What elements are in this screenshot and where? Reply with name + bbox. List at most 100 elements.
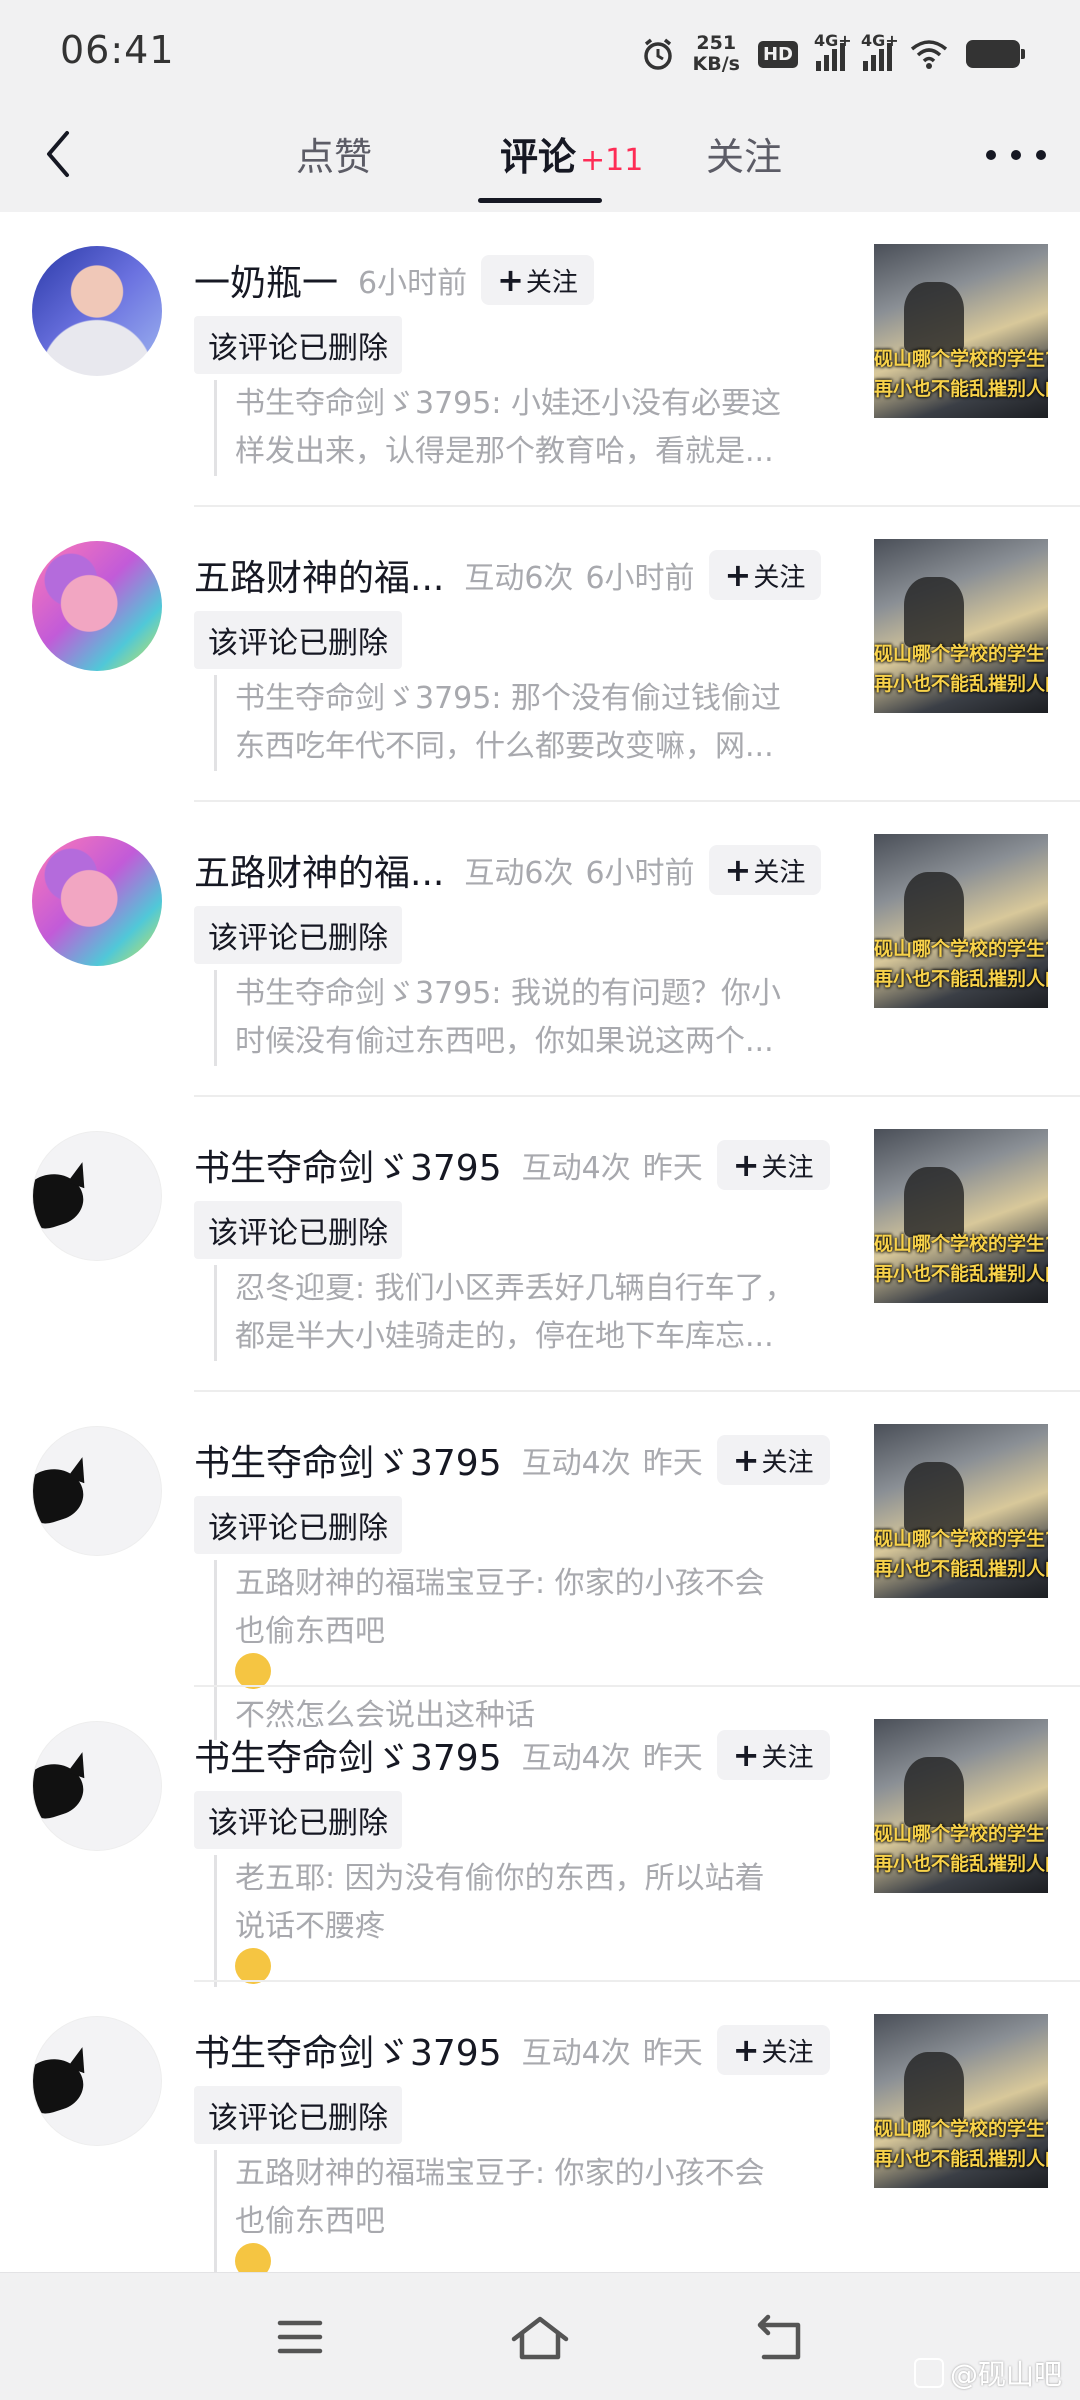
quoted-comment[interactable]: 书生夺命剑ゞ3795: 小娃还小没有必要这 样发出来，认得是那个教育哈，看就是.… <box>214 380 824 476</box>
user-name[interactable]: 书生夺命剑ゞ3795 <box>194 1729 502 1781</box>
avatar[interactable] <box>32 541 162 671</box>
home-nav-button[interactable] <box>508 2305 572 2369</box>
quoted-line-1: 书生夺命剑ゞ3795: 那个没有偷过钱偷过 <box>235 681 781 716</box>
avatar[interactable] <box>32 836 162 966</box>
watermark-text: @砚山吧 <box>949 2358 1062 2391</box>
quoted-comment[interactable]: 老五耶: 因为没有偷你的东西，所以站着 说话不腰疼 <box>214 1855 824 1987</box>
video-thumbnail[interactable]: 砚山哪个学校的学生? 再小也不能乱摧别人的自行 <box>874 1719 1048 1893</box>
thumbnail-caption-1: 砚山哪个学校的学生? <box>874 2118 1048 2140</box>
interaction-count: 互动6次 <box>464 856 574 891</box>
chevron-left-icon <box>47 131 69 177</box>
quoted-line-2: 东西吃年代不同，什么都要改变嘛，网... <box>235 729 774 764</box>
notification-list: 一奶瓶一 6小时前 + 关注 该评论已删除 书生夺命剑ゞ3795: 小娃还小没有必… <box>0 212 1080 2330</box>
avatar[interactable] <box>32 246 162 376</box>
network-speed-unit: KB/s <box>692 53 740 75</box>
quoted-line-2-text: 也偷东西吧 <box>235 2204 385 2239</box>
tab-likes[interactable]: 点赞 <box>296 126 372 181</box>
quoted-comment[interactable]: 忍冬迎夏: 我们小区弄丢好几辆自行车了， 都是半大小娃骑走的，停在地下车库忘..… <box>214 1265 824 1361</box>
list-item[interactable]: 书生夺命剑ゞ3795 互动4次 昨天 + 关注 该评论已删除 忍冬迎夏: 我们小区… <box>0 1097 1080 1392</box>
follow-button[interactable]: + 关注 <box>716 1140 830 1190</box>
interaction-count: 互动4次 <box>521 2036 631 2071</box>
list-item[interactable]: 五路财神的福... 互动6次 6小时前 + 关注 该评论已删除 书生夺命剑ゞ379… <box>0 802 1080 1097</box>
list-item[interactable]: 一奶瓶一 6小时前 + 关注 该评论已删除 书生夺命剑ゞ3795: 小娃还小没有必… <box>0 212 1080 507</box>
more-dot-icon <box>1011 150 1021 160</box>
item-header: 书生夺命剑ゞ3795 互动4次 昨天 + 关注 <box>194 2020 830 2080</box>
item-header: 五路财神的福... 互动6次 6小时前 + 关注 <box>194 840 830 900</box>
item-header: 书生夺命剑ゞ3795 互动4次 昨天 + 关注 <box>194 1430 830 1490</box>
quoted-line-1: 五路财神的福瑞宝豆子: 你家的小孩不会 <box>235 1566 765 1601</box>
quoted-comment[interactable]: 书生夺命剑ゞ3795: 我说的有问题？你小 时候没有偷过东西吧，你如果说这两个.… <box>214 970 824 1066</box>
interaction-count: 互动4次 <box>521 1741 631 1776</box>
home-icon <box>511 2316 569 2360</box>
user-name[interactable]: 五路财神的福... <box>194 844 444 896</box>
follow-button[interactable]: + 关注 <box>708 845 822 895</box>
deleted-comment-label: 该评论已删除 <box>194 906 402 964</box>
follow-button[interactable]: + 关注 <box>716 1435 830 1485</box>
follow-button[interactable]: + 关注 <box>481 255 594 305</box>
user-name[interactable]: 一奶瓶一 <box>194 254 338 306</box>
video-thumbnail[interactable]: 砚山哪个学校的学生? 再小也不能乱摧别人的自行 <box>874 1424 1048 1598</box>
video-thumbnail[interactable]: 砚山哪个学校的学生? 再小也不能乱摧别人的自行 <box>874 2014 1048 2188</box>
list-item[interactable]: 五路财神的福... 互动6次 6小时前 + 关注 该评论已删除 书生夺命剑ゞ379… <box>0 507 1080 802</box>
thumbnail-caption-2: 再小也不能乱摧别人的自行 <box>874 378 1048 400</box>
quoted-line-1: 忍冬迎夏: 我们小区弄丢好几辆自行车了， <box>235 1271 795 1306</box>
watermark-logo-icon <box>913 2358 944 2388</box>
deleted-comment-label: 该评论已删除 <box>194 1201 402 1259</box>
list-item[interactable]: 书生夺命剑ゞ3795 互动4次 昨天 + 关注 该评论已删除 五路财神的福瑞宝豆子… <box>0 1392 1080 1740</box>
thumbnail-caption-2: 再小也不能乱摧别人的自行 <box>874 673 1048 695</box>
avatar[interactable] <box>32 2016 162 2146</box>
hd-voice-icon: HD <box>757 40 798 68</box>
list-item[interactable]: 书生夺命剑ゞ3795 互动4次 昨天 + 关注 该评论已删除 五路财神的福瑞宝豆子… <box>0 1982 1080 2330</box>
active-tab-indicator <box>478 198 602 203</box>
back-button[interactable] <box>28 122 88 186</box>
user-name[interactable]: 五路财神的福... <box>194 549 444 601</box>
more-dot-icon <box>1036 150 1046 160</box>
more-options-button[interactable] <box>986 130 1046 180</box>
user-name[interactable]: 书生夺命剑ゞ3795 <box>194 2024 502 2076</box>
thumbnail-caption-1: 砚山哪个学校的学生? <box>874 938 1048 960</box>
deleted-comment-label: 该评论已删除 <box>194 1791 402 1849</box>
user-name[interactable]: 书生夺命剑ゞ3795 <box>194 1434 502 1486</box>
timestamp: 6小时前 <box>358 266 468 301</box>
thumbnail-caption-2: 再小也不能乱摧别人的自行 <box>874 968 1048 990</box>
list-item[interactable]: 书生夺命剑ゞ3795 互动4次 昨天 + 关注 该评论已删除 老五耶: 因为没有偷… <box>0 1687 1080 1987</box>
timestamp: 昨天 <box>642 1151 703 1186</box>
thumbnail-caption-2: 再小也不能乱摧别人的自行 <box>874 1558 1048 1580</box>
deleted-comment-label: 该评论已删除 <box>194 2086 402 2144</box>
menu-nav-button[interactable] <box>268 2305 332 2369</box>
follow-button[interactable]: + 关注 <box>708 550 822 600</box>
tab-follows-label: 关注 <box>706 135 783 179</box>
user-name[interactable]: 书生夺命剑ゞ3795 <box>194 1139 502 1191</box>
avatar[interactable] <box>32 1131 162 1261</box>
quoted-line-1: 五路财神的福瑞宝豆子: 你家的小孩不会 <box>235 2156 765 2191</box>
back-nav-button[interactable] <box>748 2305 812 2369</box>
deleted-comment-label: 该评论已删除 <box>194 1496 402 1554</box>
quoted-line-1: 老五耶: 因为没有偷你的东西，所以站着 <box>235 1861 765 1896</box>
signal-icon-2: 4G+ <box>861 31 899 71</box>
follow-button[interactable]: + 关注 <box>716 2025 830 2075</box>
tab-follows[interactable]: 关注 <box>706 126 782 181</box>
avatar[interactable] <box>32 1721 162 1851</box>
quoted-comment[interactable]: 书生夺命剑ゞ3795: 那个没有偷过钱偷过 东西吃年代不同，什么都要改变嘛，网.… <box>214 675 824 771</box>
status-icons: 251 KB/s HD 4G+ 4G+ <box>641 28 1025 80</box>
video-thumbnail[interactable]: 砚山哪个学校的学生? 再小也不能乱摧别人的自行 <box>874 1129 1048 1303</box>
thumbnail-caption-1: 砚山哪个学校的学生? <box>874 1233 1048 1255</box>
signal-label-1: 4G+ <box>814 31 852 50</box>
quoted-line-1: 书生夺命剑ゞ3795: 小娃还小没有必要这 <box>235 386 781 421</box>
emoji-icon <box>235 1653 271 1689</box>
watermark: @砚山吧 <box>913 2353 1062 2393</box>
menu-icon <box>277 2320 323 2354</box>
video-thumbnail[interactable]: 砚山哪个学校的学生? 再小也不能乱摧别人的自行 <box>874 834 1048 1008</box>
signal-label-2: 4G+ <box>861 31 899 50</box>
item-header: 书生夺命剑ゞ3795 互动4次 昨天 + 关注 <box>194 1135 830 1195</box>
avatar[interactable] <box>32 1426 162 1556</box>
follow-button[interactable]: + 关注 <box>716 1730 830 1780</box>
deleted-comment-label: 该评论已删除 <box>194 316 402 374</box>
tab-comments[interactable]: 评论 +11 <box>500 126 643 181</box>
video-thumbnail[interactable]: 砚山哪个学校的学生? 再小也不能乱摧别人的自行 <box>874 244 1048 418</box>
video-thumbnail[interactable]: 砚山哪个学校的学生? 再小也不能乱摧别人的自行 <box>874 539 1048 713</box>
signal-icon-1: 4G+ <box>814 31 852 71</box>
tab-comments-badge: +11 <box>580 143 644 178</box>
status-time: 06:41 <box>60 28 175 72</box>
system-nav-bar: @砚山吧 <box>0 2272 1080 2400</box>
